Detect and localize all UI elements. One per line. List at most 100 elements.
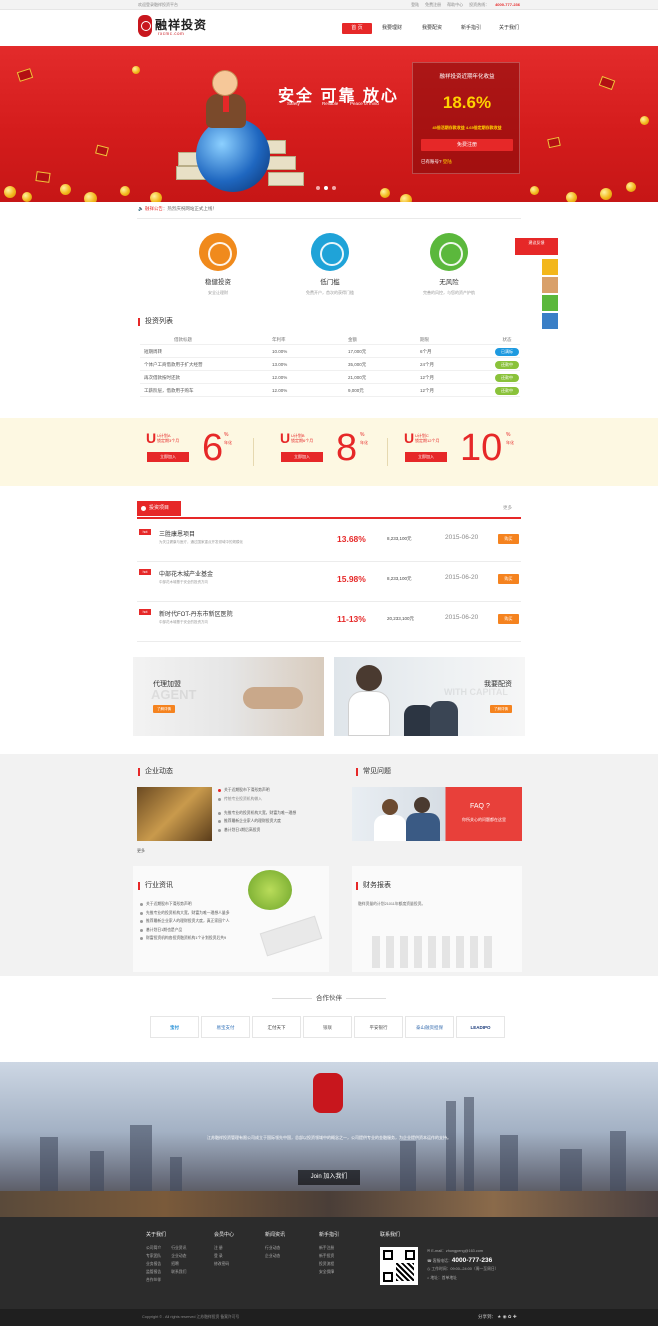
footer-link[interactable]: 监管报告 [146, 1268, 161, 1276]
partner-logo-yeepay[interactable]: 易宝支付 [201, 1016, 250, 1038]
carousel-dot[interactable] [316, 186, 320, 190]
partner-logo-leadipo[interactable]: LEADIPO [456, 1016, 505, 1038]
nav-capital[interactable]: 我要配资 [412, 23, 452, 34]
top-bar: 欢迎登录融祥投资平台 登陆 免费注册 帮助中心 投资热线： 4000-777-2… [0, 0, 658, 10]
footer-link[interactable]: 专家团队 [146, 1252, 161, 1260]
footer-link[interactable]: 企业动态 [265, 1252, 285, 1260]
logo-icon[interactable] [138, 15, 152, 37]
project-row[interactable]: hot 新时代FOT-丹东市新区医院 中部花木城基于安全的投资方向 11-13%… [137, 602, 521, 642]
capital-detail-button[interactable]: 了解详情 [490, 705, 512, 713]
carousel-dots[interactable] [316, 186, 336, 190]
row-title[interactable]: 短期周转 [140, 345, 272, 357]
footer-link[interactable]: 企业动态 [171, 1252, 186, 1260]
address-value: 首单地址 [441, 1276, 457, 1280]
report-text: 融祥资量的计划21011年额度资量投资。 [358, 902, 426, 906]
footer-link[interactable]: 招聘 [171, 1260, 186, 1268]
news-item[interactable]: 先推专业的投资机构大宽，财富为唯一理想人量多 [140, 909, 270, 918]
partner-logo-chinapnr[interactable]: 汇付天下 [252, 1016, 301, 1038]
news-item[interactable]: 推荐最新企业家人的理财投资大度 [218, 817, 336, 826]
join-button[interactable]: 立即加入 [281, 452, 323, 462]
footer-link[interactable]: 联系我们 [171, 1268, 186, 1276]
partner-logo-taishan[interactable]: 泰山融资担保 [405, 1016, 454, 1038]
agent-ad[interactable]: AGENT 代理加盟 了解详情 [133, 657, 324, 736]
footer-link[interactable]: 安全保障 [319, 1268, 339, 1276]
row-title[interactable]: 个体户工商借款用于扩大经营 [140, 358, 272, 370]
partner-logo-unionpay[interactable]: 银联 [303, 1016, 352, 1038]
footer-link[interactable]: 业务报告 [146, 1260, 161, 1268]
join-button[interactable]: 立即加入 [147, 452, 189, 462]
login-link[interactable]: 登陆 [411, 2, 419, 8]
more-share-icon[interactable]: ✚ [513, 1314, 517, 1319]
carousel-dot-active[interactable] [324, 186, 328, 190]
news-item[interactable]: 传统专业投资机构做入 [218, 795, 336, 809]
footer-col-news: 新闻资讯 行业动态 企业动态 [265, 1231, 285, 1260]
news-item[interactable]: 关于近期股市下滑形势声明 [140, 900, 270, 909]
footer-col-title: 新手指引 [319, 1232, 340, 1238]
news-item[interactable]: 基计划日1期也是产品 [140, 926, 270, 935]
bell-icon[interactable] [542, 259, 558, 275]
footer-link[interactable]: 公司简介 [146, 1244, 161, 1252]
project-row[interactable]: hot 中部花木城产业基金 中部花木城基于安全的投资方向 15.98% 8,23… [137, 562, 521, 602]
carousel-dot[interactable] [332, 186, 336, 190]
register-link[interactable]: 免费注册 [425, 2, 441, 8]
banner-login-link[interactable]: 登陆 [443, 159, 452, 164]
industry-news-list: 关于近期股市下滑形势声明 先推专业的投资机构大宽，财富为唯一理想人量多 推荐最新… [140, 900, 270, 943]
nav-about[interactable]: 关于我们 [490, 23, 528, 34]
col-rate: 年利率 [272, 337, 286, 342]
star-icon[interactable]: ★ [497, 1314, 501, 1319]
news-item[interactable]: 关于近期股市下滑形势声明 [218, 786, 336, 795]
back-to-top-icon[interactable] [542, 313, 558, 329]
partner-logo-baofu[interactable]: 宝付 [150, 1016, 199, 1038]
row-title[interactable]: 工薪阶层，借款用于购车 [140, 384, 272, 396]
footer-link[interactable]: 新手注册 [319, 1244, 339, 1252]
news-item[interactable]: 财富投资机构各投资融资机构1个计划投资后共9 [140, 934, 270, 943]
location-icon[interactable] [542, 295, 558, 311]
join-button[interactable]: 立即加入 [405, 452, 447, 462]
footer-link[interactable]: 修改密码 [214, 1260, 234, 1268]
news-item[interactable]: 基计划日1期后高投资 [218, 826, 336, 835]
footer-link[interactable]: 登 录 [214, 1252, 234, 1260]
email-value[interactable]: zhongpeng@163.com [446, 1249, 483, 1253]
project-name[interactable]: 新时代FOT-丹东市新区医院 [159, 609, 233, 618]
free-register-button[interactable]: 免费注册 [421, 139, 513, 151]
faq-banner[interactable]: FAQ ? 你所关心的问题都在这里 [352, 787, 522, 841]
news-item[interactable]: 推荐最新企业家人的理财投资大度，真正家园个人 [140, 917, 270, 926]
phone-value: 4000-777-236 [451, 1257, 493, 1264]
footer-link[interactable]: 行业动态 [265, 1244, 285, 1252]
table-row[interactable]: 工薪阶层，借款用于购车 12.00% 9,000元 12个月 还款中 [140, 384, 520, 397]
feedback-button[interactable]: 建议反馈 [515, 238, 558, 255]
nav-guide[interactable]: 新手指引 [452, 23, 490, 34]
nav-invest[interactable]: 我要理财 [372, 23, 412, 34]
table-row[interactable]: 再次借款按时还款 12.00% 21,000元 12个月 还款中 [140, 371, 520, 384]
qzone-icon[interactable]: ✿ [508, 1314, 512, 1319]
help-link[interactable]: 帮助中心 [447, 2, 463, 8]
projects-more-link[interactable]: 更多 [503, 505, 512, 511]
phone-icon[interactable] [542, 277, 558, 293]
row-title[interactable]: 再次借款按时还款 [140, 371, 272, 383]
weibo-icon[interactable]: ◉ [503, 1314, 507, 1319]
footer-link[interactable]: 投资流程 [319, 1260, 339, 1268]
footer-link[interactable]: 注 册 [214, 1244, 234, 1252]
table-row[interactable]: 短期周转 10.00% 17,000元 6个月 已满标 [140, 345, 520, 358]
project-desc: 中部花木城基于安全的投资方向 [159, 580, 208, 584]
news-item[interactable]: 先推专业的投资机构大宽，财富为唯一理想 [218, 809, 336, 818]
nav-home[interactable]: 首 页 [342, 23, 372, 34]
buy-button[interactable]: 购买 [498, 574, 519, 584]
project-name[interactable]: 中部花木城产业基金 [159, 569, 213, 578]
project-row[interactable]: hot 三胜康恩项目 为关注健康与医疗，通过国家重点开发领域中的规模化 13.6… [137, 522, 521, 562]
agent-detail-button[interactable]: 了解详情 [153, 705, 175, 713]
partner-logo-pingan[interactable]: 平安银行 [354, 1016, 403, 1038]
project-name[interactable]: 三胜康恩项目 [159, 529, 195, 538]
table-row[interactable]: 个体户工商借款用于扩大经营 13.00% 35,000元 24个月 还款中 [140, 358, 520, 371]
company-more-link[interactable]: 更多 [137, 848, 145, 854]
footer-link[interactable]: 合作伙伴 [146, 1276, 161, 1284]
buy-button[interactable]: 购买 [498, 614, 519, 624]
capital-ad[interactable]: WITH CAPITAL 我要配资 了解详情 [334, 657, 525, 736]
footer-link[interactable]: 行业资讯 [171, 1244, 186, 1252]
projects-tab[interactable]: 投资项目 [137, 501, 181, 516]
footer-link[interactable]: 新手投资 [319, 1252, 339, 1260]
buy-button[interactable]: 购买 [498, 534, 519, 544]
person-body-icon [348, 691, 390, 736]
join-us-button[interactable]: Join 加入我们 [298, 1170, 360, 1185]
notice-text[interactable]: ：热烈庆祝网站正式上线！ [163, 206, 217, 211]
